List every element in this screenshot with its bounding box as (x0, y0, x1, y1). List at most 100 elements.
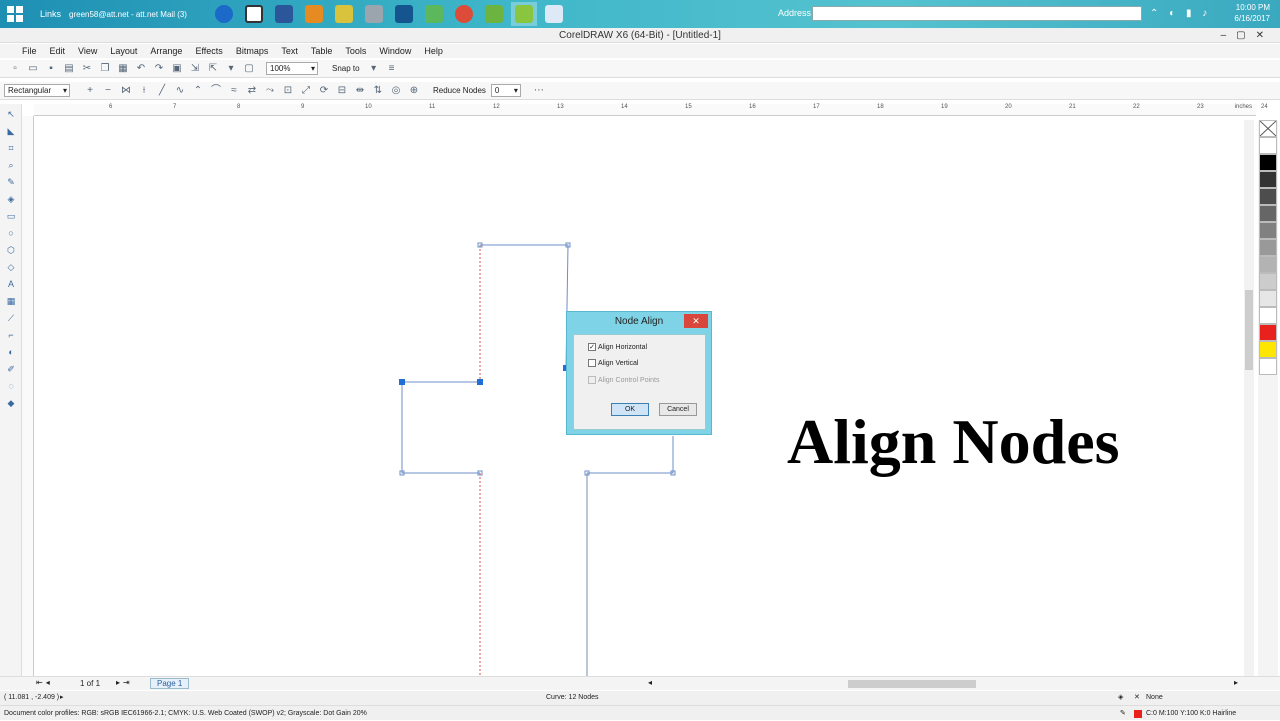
options-icon[interactable]: ≡ (386, 63, 398, 75)
color-swatch[interactable] (1259, 341, 1277, 358)
pen-app-icon[interactable] (331, 2, 357, 26)
fill-tool-icon[interactable]: ◆ (4, 398, 18, 410)
color-swatch[interactable] (1259, 154, 1277, 171)
mirror-vertical-icon[interactable]: ⇅ (372, 85, 384, 97)
select-all-nodes-icon[interactable]: ⊕ (408, 85, 420, 97)
reduce-nodes-input[interactable]: 0 (490, 84, 521, 97)
printer-icon[interactable] (361, 2, 387, 26)
no-color-swatch[interactable] (1259, 120, 1277, 137)
to-line-icon[interactable]: ╱ (156, 85, 168, 97)
color-swatch[interactable] (1259, 290, 1277, 307)
color-swatch[interactable] (1259, 256, 1277, 273)
scroll-right-icon[interactable]: ▸ (1234, 678, 1238, 687)
calendar-app-icon[interactable] (241, 2, 267, 26)
interactive-fill-icon[interactable]: ◐ (4, 347, 18, 359)
file-icon[interactable] (541, 2, 567, 26)
reverse-direction-icon[interactable]: ⇄ (246, 85, 258, 97)
table-tool-icon[interactable]: ▦ (4, 296, 18, 308)
menu-arrange[interactable]: Arrange (150, 44, 182, 58)
color-swatch[interactable] (1259, 358, 1277, 375)
vertical-scrollbar[interactable] (1244, 120, 1254, 676)
ie-icon[interactable] (211, 2, 237, 26)
windows-start-icon[interactable] (0, 0, 30, 28)
shape-tool-icon[interactable]: ◣ (4, 126, 18, 138)
extend-curve-icon[interactable]: ⤳ (264, 85, 276, 97)
horizontal-scroll-thumb[interactable] (848, 680, 976, 688)
snap-to-dropdown[interactable]: Snap to (332, 64, 360, 73)
chrome-icon[interactable] (451, 2, 477, 26)
rectangle-tool-icon[interactable]: ▭ (4, 211, 18, 223)
freehand-tool-icon[interactable]: ✎ (4, 177, 18, 189)
color-swatch[interactable] (1259, 188, 1277, 205)
checkbox-unchecked-icon[interactable] (588, 359, 596, 367)
color-profiles[interactable]: Document color profiles: RGB: sRGB IEC61… (4, 706, 367, 721)
vertical-ruler[interactable] (22, 116, 34, 676)
leaf-app-icon[interactable] (421, 2, 447, 26)
save-icon[interactable]: ▪ (45, 63, 57, 75)
ellipse-tool-icon[interactable]: ○ (4, 228, 18, 240)
cancel-button[interactable]: Cancel (659, 403, 697, 416)
color-swatch[interactable] (1259, 239, 1277, 256)
horizontal-ruler[interactable]: inches 6 7 8 9 10 11 12 13 14 15 16 17 18 19 20 21 22 23 2… (34, 104, 1268, 116)
outline-tool-icon[interactable]: ◌ (4, 381, 18, 393)
color-swatch[interactable] (1259, 273, 1277, 290)
menu-file[interactable]: File (22, 44, 37, 58)
color-swatch[interactable] (1259, 171, 1277, 188)
import-icon[interactable]: ⇲ (189, 63, 201, 75)
corel-active-icon[interactable] (511, 2, 538, 26)
color-swatch[interactable] (1259, 307, 1277, 324)
to-curve-icon[interactable]: ∿ (174, 85, 186, 97)
connector-tool-icon[interactable]: ⌐ (4, 330, 18, 342)
app-launcher-icon[interactable]: ▾ (225, 63, 237, 75)
join-nodes-icon[interactable]: ⋈ (120, 85, 132, 97)
pick-tool-icon[interactable]: ↖ (4, 109, 18, 121)
selection-mode-select[interactable]: Rectangular (4, 84, 70, 97)
links-label[interactable]: Links (40, 9, 61, 19)
status-arrow-icon[interactable]: ▸ (60, 691, 64, 705)
add-node-icon[interactable]: + (84, 85, 96, 97)
menu-window[interactable]: Window (379, 44, 411, 58)
smart-fill-icon[interactable]: ◈ (4, 194, 18, 206)
system-tray-icons[interactable]: ⌃ ◐ ▮ ♪ (1150, 8, 1211, 19)
page-nav-forward-arrows[interactable]: ▸⇥ (116, 678, 133, 687)
zoom-select[interactable]: 100% (266, 62, 318, 75)
polygon-tool-icon[interactable]: ⬡ (4, 245, 18, 257)
menu-layout[interactable]: Layout (110, 44, 137, 58)
cusp-icon[interactable]: ⌃ (192, 85, 204, 97)
mail-taskbar-item[interactable]: green58@att.net - att.net Mail (3) (69, 10, 209, 19)
undo-icon[interactable]: ↶ (135, 63, 147, 75)
color-swatch[interactable] (1259, 324, 1277, 341)
s-app-icon[interactable] (391, 2, 417, 26)
redo-icon[interactable]: ↷ (153, 63, 165, 75)
crop-tool-icon[interactable]: ⌗ (4, 143, 18, 155)
paint-app-icon[interactable] (301, 2, 327, 26)
menu-table[interactable]: Table (311, 44, 333, 58)
break-curve-icon[interactable]: ⟊ (138, 85, 150, 97)
align-horizontal-checkbox[interactable]: ✓ Align Horizontal (588, 343, 647, 351)
window-controls[interactable]: –▢✕ (1221, 28, 1274, 43)
align-vertical-checkbox[interactable]: Align Vertical (588, 359, 638, 367)
text-tool-icon[interactable]: A (4, 279, 18, 291)
basic-shapes-icon[interactable]: ◇ (4, 262, 18, 274)
copy-icon[interactable]: ❐ (99, 63, 111, 75)
symmetrical-icon[interactable]: ≈ (228, 85, 240, 97)
menu-tools[interactable]: Tools (345, 44, 366, 58)
menu-edit[interactable]: Edit (50, 44, 66, 58)
node-grid-icon[interactable]: ⋯ (533, 85, 545, 97)
dimension-tool-icon[interactable]: ⟋ (4, 313, 18, 325)
vertical-scroll-thumb[interactable] (1245, 290, 1253, 370)
scroll-left-icon[interactable]: ◂ (648, 678, 652, 687)
menu-bitmaps[interactable]: Bitmaps (236, 44, 269, 58)
menu-help[interactable]: Help (424, 44, 443, 58)
export-icon[interactable]: ⇱ (207, 63, 219, 75)
zoom-tool-icon[interactable]: ⌕ (4, 160, 18, 172)
open-icon[interactable]: ▭ (27, 63, 39, 75)
snap-arrow-icon[interactable]: ▾ (368, 63, 380, 75)
extract-subpath-icon[interactable]: ⊡ (282, 85, 294, 97)
stretch-nodes-icon[interactable]: ⤢ (300, 85, 312, 97)
elastic-mode-icon[interactable]: ◎ (390, 85, 402, 97)
new-icon[interactable]: ▫ (9, 63, 21, 75)
delete-node-icon[interactable]: − (102, 85, 114, 97)
checkbox-checked-icon[interactable]: ✓ (588, 343, 596, 351)
clock[interactable]: 10:00 PM 6/16/2017 (1234, 2, 1270, 24)
